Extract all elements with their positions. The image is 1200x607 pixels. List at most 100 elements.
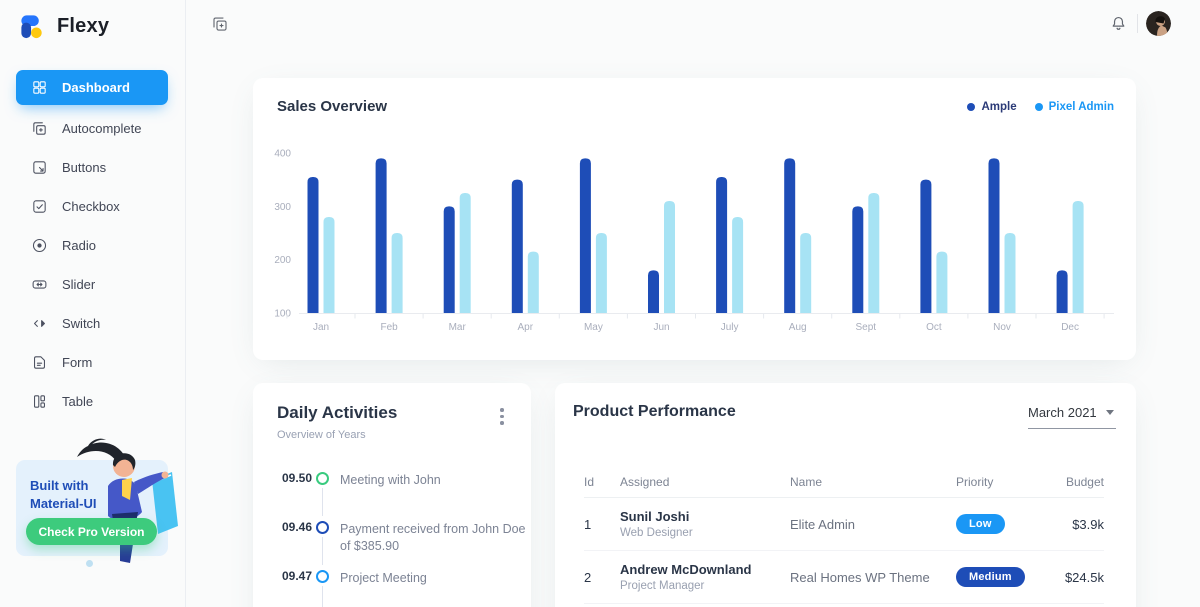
sidebar-item-label: Dashboard bbox=[62, 80, 130, 95]
brand-logo[interactable]: Flexy bbox=[18, 12, 109, 41]
timeline-time: 09.50 bbox=[282, 471, 312, 485]
x-tick-label: Mar bbox=[449, 322, 467, 333]
chart-bar bbox=[989, 158, 1000, 313]
chart-bar bbox=[308, 177, 319, 313]
x-tick-label: Aug bbox=[789, 322, 807, 333]
priority-badge: Medium bbox=[956, 567, 1025, 587]
sidebar-item-label: Autocomplete bbox=[62, 121, 142, 136]
column-header-assigned: Assigned bbox=[620, 475, 790, 489]
cell-priority: Medium bbox=[956, 567, 1056, 587]
column-header-name: Name bbox=[790, 475, 956, 489]
switch-icon bbox=[31, 315, 48, 332]
x-tick-label: Feb bbox=[380, 322, 398, 333]
sidebar-item-table[interactable]: Table bbox=[0, 382, 185, 421]
cell-name: Real Homes WP Theme bbox=[790, 570, 956, 585]
chart-bar bbox=[852, 206, 863, 313]
sidebar-item-label: Buttons bbox=[62, 160, 106, 175]
timeline-connector bbox=[322, 488, 323, 516]
chart-bar bbox=[1005, 233, 1016, 313]
product-performance-title: Product Performance bbox=[573, 403, 736, 421]
sidebar-item-autocomplete[interactable]: Autocomplete bbox=[0, 109, 185, 148]
performance-table: IdAssignedNamePriorityBudget 1Sunil Josh… bbox=[584, 467, 1104, 604]
chart-bar bbox=[732, 217, 743, 313]
timeline-connector bbox=[322, 537, 323, 565]
radio-icon bbox=[31, 237, 48, 254]
product-performance-card: Product Performance March 2021 IdAssigne… bbox=[555, 383, 1136, 607]
chart-bar bbox=[716, 177, 727, 313]
sidebar-item-dashboard[interactable]: Dashboard bbox=[16, 70, 168, 105]
assigned-role: Web Designer bbox=[620, 527, 790, 539]
sidebar-item-checkbox[interactable]: Checkbox bbox=[0, 187, 185, 226]
timeline-connector bbox=[322, 586, 323, 607]
chart-bar bbox=[800, 233, 811, 313]
sidebar-item-label: Form bbox=[62, 355, 92, 370]
form-icon bbox=[31, 354, 48, 371]
column-header-priority: Priority bbox=[956, 475, 1056, 489]
sales-bar-chart: 100200300400JanFebMarAprMayJunJulyAugSep… bbox=[253, 78, 1136, 360]
chart-bar bbox=[580, 158, 591, 313]
cell-assigned: Sunil Joshi Web Designer bbox=[620, 509, 790, 539]
avatar[interactable] bbox=[1146, 11, 1171, 36]
chart-bar bbox=[444, 206, 455, 313]
sidebar-item-label: Slider bbox=[62, 277, 95, 292]
x-tick-label: Nov bbox=[993, 322, 1011, 333]
chart-bar bbox=[868, 193, 879, 313]
sidebar-item-form[interactable]: Form bbox=[0, 343, 185, 382]
column-header-id: Id bbox=[584, 475, 620, 489]
chart-bar bbox=[920, 180, 931, 313]
sidebar-item-radio[interactable]: Radio bbox=[0, 226, 185, 265]
activity-timeline: 09.50Meeting with John09.46Payment recei… bbox=[253, 383, 531, 607]
chart-bar bbox=[596, 233, 607, 313]
chart-bar bbox=[1073, 201, 1084, 313]
apps-icon[interactable] bbox=[211, 15, 229, 33]
priority-badge: Low bbox=[956, 514, 1005, 534]
cell-assigned: Andrew McDownland Project Manager bbox=[620, 562, 790, 592]
cell-name: Elite Admin bbox=[790, 517, 956, 532]
check-pro-version-button[interactable]: Check Pro Version bbox=[26, 518, 157, 545]
sidebar-item-label: Switch bbox=[62, 316, 100, 331]
timeline-dot-icon bbox=[316, 570, 329, 583]
timeline-time: 09.46 bbox=[282, 520, 312, 534]
sidebar-item-slider[interactable]: Slider bbox=[0, 265, 185, 304]
column-header-budget: Budget bbox=[1056, 475, 1104, 489]
brand-name: Flexy bbox=[57, 15, 109, 38]
sidebar-item-buttons[interactable]: Buttons bbox=[0, 148, 185, 187]
x-tick-label: Jan bbox=[313, 322, 329, 333]
cell-budget: $24.5k bbox=[1056, 570, 1104, 585]
timeline-dot-icon bbox=[316, 521, 329, 534]
period-select[interactable]: March 2021 bbox=[1028, 405, 1116, 429]
table-row: 1Sunil JoshiWeb DesignerElite AdminLow$3… bbox=[584, 498, 1104, 551]
sidebar-item-label: Table bbox=[62, 394, 93, 409]
assigned-name: Andrew McDownland bbox=[620, 562, 790, 577]
timeline-text: Payment received from John Doe of $385.9… bbox=[340, 521, 532, 555]
x-tick-label: Apr bbox=[518, 322, 534, 333]
daily-activities-card: Daily Activities Overview of Years 09.50… bbox=[253, 383, 531, 607]
sidebar-item-switch[interactable]: Switch bbox=[0, 304, 185, 343]
chart-bar bbox=[392, 233, 403, 313]
chart-bar bbox=[784, 158, 795, 313]
topbar-divider bbox=[1137, 14, 1138, 33]
sidebar: Flexy Dashboard Autocomplete Buttons Checkb… bbox=[0, 0, 186, 607]
assigned-role: Project Manager bbox=[620, 580, 790, 592]
slider-icon bbox=[31, 276, 48, 293]
assigned-name: Sunil Joshi bbox=[620, 509, 790, 524]
cell-id: 2 bbox=[584, 570, 620, 585]
sales-overview-card: Sales Overview AmplePixel Admin 10020030… bbox=[253, 78, 1136, 360]
chart-bar bbox=[460, 193, 471, 313]
chart-bar bbox=[664, 201, 675, 313]
cell-priority: Low bbox=[956, 514, 1056, 534]
chart-bar bbox=[512, 180, 523, 313]
autocomplete-icon bbox=[31, 120, 48, 137]
sidebar-nav: Dashboard Autocomplete Buttons CheckboxRadi… bbox=[0, 70, 185, 421]
table-row: 2Andrew McDownland Project ManagerReal Ho… bbox=[584, 551, 1104, 604]
bell-icon[interactable] bbox=[1109, 14, 1128, 33]
cell-id: 1 bbox=[584, 517, 620, 532]
grid-icon bbox=[31, 79, 48, 96]
timeline-dot-icon bbox=[316, 472, 329, 485]
period-select-value: March 2021 bbox=[1028, 405, 1097, 420]
chart-bar bbox=[936, 252, 947, 313]
x-tick-label: Jun bbox=[653, 322, 669, 333]
x-tick-label: July bbox=[721, 322, 739, 333]
y-tick-label: 300 bbox=[274, 202, 291, 213]
timeline-time: 09.47 bbox=[282, 569, 312, 583]
